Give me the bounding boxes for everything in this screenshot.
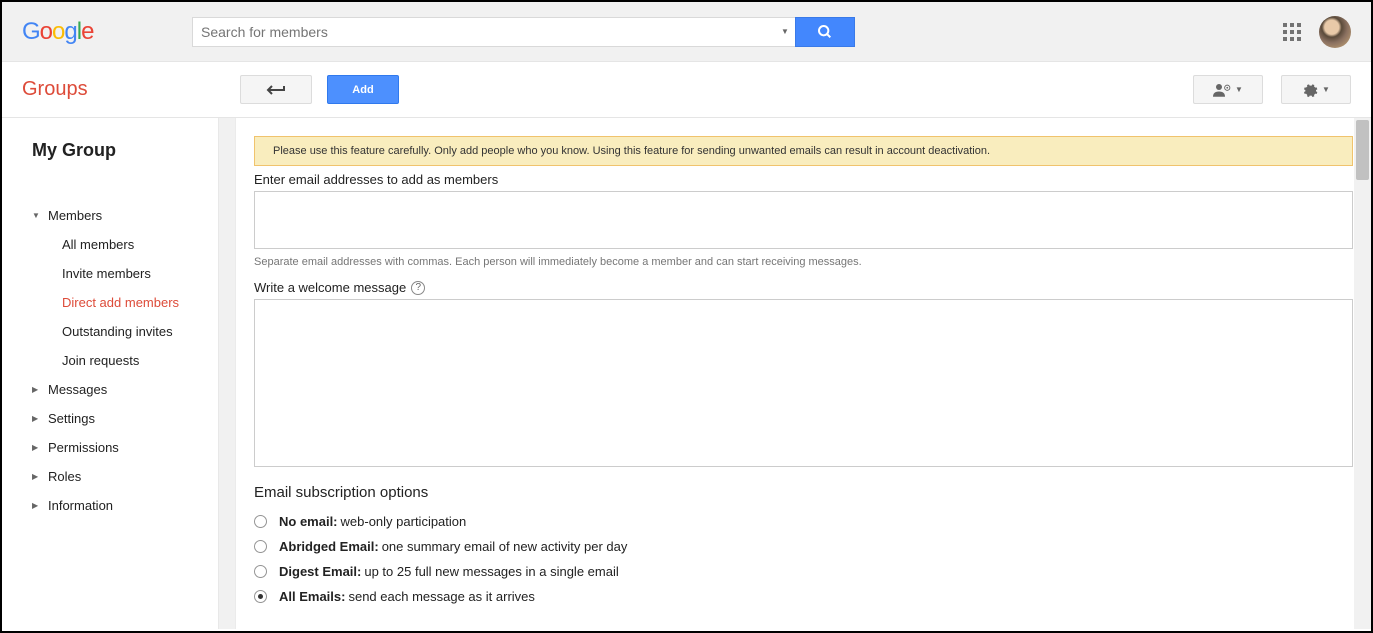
sidebar-item-messages[interactable]: ▶Messages [32,375,221,404]
search-input[interactable] [192,17,775,47]
main-panel: Please use this feature carefully. Only … [236,118,1371,629]
chevron-down-icon: ▼ [1322,85,1330,94]
sidebar-item-settings[interactable]: ▶Settings [32,404,221,433]
toolbar: Groups Add ▼ ▼ [2,62,1371,118]
warning-banner: Please use this feature carefully. Only … [254,136,1353,166]
sidebar-item-members[interactable]: ▼Members [32,201,221,230]
emails-label: Enter email addresses to add as members [254,172,1353,187]
add-button[interactable]: Add [327,75,399,104]
main-scrollbar[interactable] [1354,118,1371,629]
emails-input[interactable] [254,191,1353,249]
radio-icon [254,540,267,553]
search-button[interactable] [795,17,855,47]
sidebar-item-permissions[interactable]: ▶Permissions [32,433,221,462]
radio-no-email[interactable]: No email:web-only participation [254,509,1353,534]
search-dropdown-icon[interactable]: ▼ [775,17,795,47]
chevron-right-icon: ▶ [32,385,44,394]
sidebar-item-outstanding-invites[interactable]: Outstanding invites [32,317,221,346]
sidebar-item-roles[interactable]: ▶Roles [32,462,221,491]
search-bar: ▼ [192,17,855,47]
avatar[interactable] [1319,16,1351,48]
radio-icon-checked [254,590,267,603]
scrollbar-thumb[interactable] [1356,120,1369,180]
emails-hint: Separate email addresses with commas. Ea… [254,256,1353,268]
group-title[interactable]: My Group [32,140,221,161]
welcome-label: Write a welcome message ? [254,280,1353,295]
radio-icon [254,565,267,578]
chevron-right-icon: ▶ [32,443,44,452]
header-right [1283,16,1351,48]
sidebar-item-join-requests[interactable]: Join requests [32,346,221,375]
chevron-right-icon: ▶ [32,501,44,510]
chevron-right-icon: ▶ [32,472,44,481]
chevron-down-icon: ▼ [1235,85,1243,94]
radio-all-emails[interactable]: All Emails:send each message as it arriv… [254,584,1353,609]
chevron-right-icon: ▶ [32,414,44,423]
google-logo[interactable]: Google [22,18,192,46]
sidebar-item-direct-add[interactable]: Direct add members [32,288,221,317]
back-button[interactable] [240,75,312,104]
help-icon[interactable]: ? [411,281,425,295]
radio-icon [254,515,267,528]
back-arrow-icon [266,84,286,96]
app-title[interactable]: Groups [22,78,240,101]
chevron-down-icon: ▼ [32,211,44,220]
person-gear-icon [1213,83,1231,97]
apps-icon[interactable] [1283,23,1301,41]
sidebar: My Group ▼Members All members Invite mem… [2,118,236,629]
settings-button[interactable]: ▼ [1281,75,1351,104]
subscription-title: Email subscription options [254,484,1353,501]
content: My Group ▼Members All members Invite mem… [2,118,1371,629]
sidebar-item-all-members[interactable]: All members [32,230,221,259]
sidebar-item-invite-members[interactable]: Invite members [32,259,221,288]
header: Google ▼ [2,2,1371,62]
manage-members-button[interactable]: ▼ [1193,75,1263,104]
search-icon [817,24,833,40]
radio-digest[interactable]: Digest Email:up to 25 full new messages … [254,559,1353,584]
radio-abridged[interactable]: Abridged Email:one summary email of new … [254,534,1353,559]
sidebar-item-information[interactable]: ▶Information [32,491,221,520]
sidebar-scrollbar[interactable] [218,118,235,629]
gear-icon [1302,82,1318,98]
welcome-input[interactable] [254,299,1353,467]
